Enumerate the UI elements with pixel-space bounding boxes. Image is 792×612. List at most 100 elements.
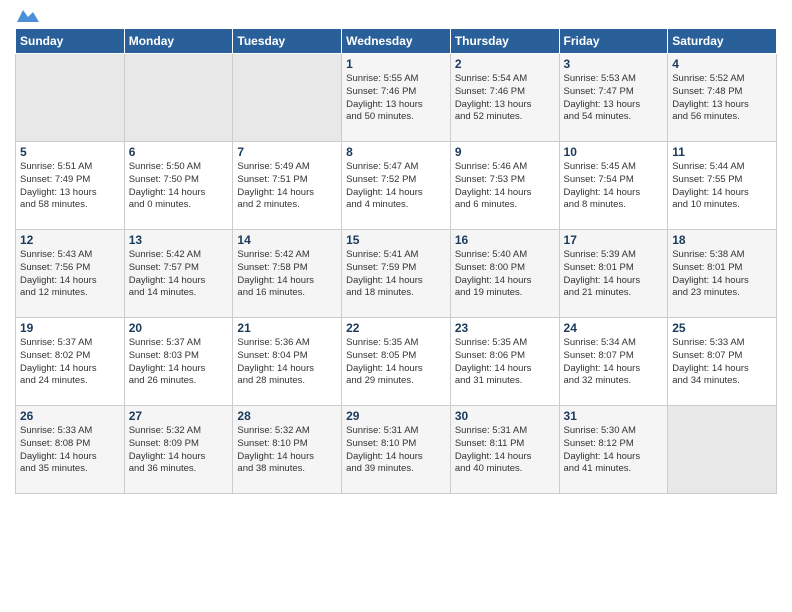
day-detail: Sunrise: 5:30 AM Sunset: 8:12 PM Dayligh…	[564, 425, 664, 476]
day-number: 1	[346, 57, 446, 71]
calendar-cell	[124, 54, 233, 142]
calendar-cell: 1 Sunrise: 5:55 AM Sunset: 7:46 PM Daylig…	[342, 54, 451, 142]
calendar-cell: 23Sunrise: 5:35 AM Sunset: 8:06 PM Dayli…	[450, 318, 559, 406]
day-number: 25	[672, 321, 772, 335]
day-number: 27	[129, 409, 229, 423]
day-detail: Sunrise: 5:54 AM Sunset: 7:46 PM Dayligh…	[455, 73, 555, 124]
calendar-cell: 30 Sunrise: 5:31 AM Sunset: 8:11 PM Dayli…	[450, 406, 559, 494]
day-detail: Sunrise: 5:32 AM Sunset: 8:09 PM Dayligh…	[129, 425, 229, 476]
day-header-thursday: Thursday	[450, 29, 559, 54]
calendar-cell: 9 Sunrise: 5:46 AM Sunset: 7:53 PM Daylig…	[450, 142, 559, 230]
day-number: 28	[237, 409, 337, 423]
day-number: 19	[20, 321, 120, 335]
day-number: 13	[129, 233, 229, 247]
calendar-cell: 17Sunrise: 5:39 AM Sunset: 8:01 PM Dayli…	[559, 230, 668, 318]
day-number: 10	[564, 145, 664, 159]
day-header-tuesday: Tuesday	[233, 29, 342, 54]
day-detail: Sunrise: 5:35 AM Sunset: 8:05 PM Dayligh…	[346, 337, 446, 388]
logo	[15, 10, 39, 22]
day-detail: Sunrise: 5:31 AM Sunset: 8:10 PM Dayligh…	[346, 425, 446, 476]
calendar-week-2: 5 Sunrise: 5:51 AM Sunset: 7:49 PM Daylig…	[16, 142, 777, 230]
calendar-cell: 12 Sunrise: 5:43 AM Sunset: 7:56 PM Dayli…	[16, 230, 125, 318]
calendar-cell: 3 Sunrise: 5:53 AM Sunset: 7:47 PM Daylig…	[559, 54, 668, 142]
calendar-cell: 26 Sunrise: 5:33 AM Sunset: 8:08 PM Dayli…	[16, 406, 125, 494]
calendar-cell: 19 Sunrise: 5:37 AM Sunset: 8:02 PM Dayli…	[16, 318, 125, 406]
calendar-cell	[16, 54, 125, 142]
day-detail: Sunrise: 5:34 AM Sunset: 8:07 PM Dayligh…	[564, 337, 664, 388]
day-detail: Sunrise: 5:38 AM Sunset: 8:01 PM Dayligh…	[672, 249, 772, 300]
calendar-cell	[233, 54, 342, 142]
day-detail: Sunrise: 5:41 AM Sunset: 7:59 PM Dayligh…	[346, 249, 446, 300]
day-detail: Sunrise: 5:36 AM Sunset: 8:04 PM Dayligh…	[237, 337, 337, 388]
calendar-cell: 21 Sunrise: 5:36 AM Sunset: 8:04 PM Dayli…	[233, 318, 342, 406]
calendar-cell: 18Sunrise: 5:38 AM Sunset: 8:01 PM Dayli…	[668, 230, 777, 318]
calendar-body: 1 Sunrise: 5:55 AM Sunset: 7:46 PM Daylig…	[16, 54, 777, 494]
calendar-cell: 31 Sunrise: 5:30 AM Sunset: 8:12 PM Dayli…	[559, 406, 668, 494]
day-number: 4	[672, 57, 772, 71]
day-detail: Sunrise: 5:46 AM Sunset: 7:53 PM Dayligh…	[455, 161, 555, 212]
calendar-cell: 27 Sunrise: 5:32 AM Sunset: 8:09 PM Dayli…	[124, 406, 233, 494]
day-number: 5	[20, 145, 120, 159]
calendar-cell: 16 Sunrise: 5:40 AM Sunset: 8:00 PM Dayli…	[450, 230, 559, 318]
day-number: 2	[455, 57, 555, 71]
day-number: 30	[455, 409, 555, 423]
day-number: 20	[129, 321, 229, 335]
day-detail: Sunrise: 5:33 AM Sunset: 8:08 PM Dayligh…	[20, 425, 120, 476]
day-number: 17	[564, 233, 664, 247]
day-header-wednesday: Wednesday	[342, 29, 451, 54]
logo-icon	[17, 8, 39, 22]
day-detail: Sunrise: 5:37 AM Sunset: 8:02 PM Dayligh…	[20, 337, 120, 388]
day-detail: Sunrise: 5:42 AM Sunset: 7:57 PM Dayligh…	[129, 249, 229, 300]
day-number: 29	[346, 409, 446, 423]
calendar-week-3: 12 Sunrise: 5:43 AM Sunset: 7:56 PM Dayli…	[16, 230, 777, 318]
day-number: 31	[564, 409, 664, 423]
day-detail: Sunrise: 5:47 AM Sunset: 7:52 PM Dayligh…	[346, 161, 446, 212]
day-number: 8	[346, 145, 446, 159]
day-detail: Sunrise: 5:45 AM Sunset: 7:54 PM Dayligh…	[564, 161, 664, 212]
day-number: 12	[20, 233, 120, 247]
day-detail: Sunrise: 5:53 AM Sunset: 7:47 PM Dayligh…	[564, 73, 664, 124]
calendar-week-5: 26 Sunrise: 5:33 AM Sunset: 8:08 PM Dayli…	[16, 406, 777, 494]
calendar-cell: 10 Sunrise: 5:45 AM Sunset: 7:54 PM Dayli…	[559, 142, 668, 230]
calendar-header-row: SundayMondayTuesdayWednesdayThursdayFrid…	[16, 29, 777, 54]
day-header-saturday: Saturday	[668, 29, 777, 54]
day-number: 7	[237, 145, 337, 159]
day-detail: Sunrise: 5:49 AM Sunset: 7:51 PM Dayligh…	[237, 161, 337, 212]
day-number: 24	[564, 321, 664, 335]
calendar-cell	[668, 406, 777, 494]
calendar-cell: 13 Sunrise: 5:42 AM Sunset: 7:57 PM Dayli…	[124, 230, 233, 318]
day-header-sunday: Sunday	[16, 29, 125, 54]
day-number: 22	[346, 321, 446, 335]
day-header-monday: Monday	[124, 29, 233, 54]
calendar-cell: 6Sunrise: 5:50 AM Sunset: 7:50 PM Daylig…	[124, 142, 233, 230]
day-number: 21	[237, 321, 337, 335]
day-detail: Sunrise: 5:32 AM Sunset: 8:10 PM Dayligh…	[237, 425, 337, 476]
day-number: 26	[20, 409, 120, 423]
calendar-cell: 20 Sunrise: 5:37 AM Sunset: 8:03 PM Dayli…	[124, 318, 233, 406]
calendar-cell: 22 Sunrise: 5:35 AM Sunset: 8:05 PM Dayli…	[342, 318, 451, 406]
day-number: 16	[455, 233, 555, 247]
calendar-cell: 4 Sunrise: 5:52 AM Sunset: 7:48 PM Daylig…	[668, 54, 777, 142]
day-detail: Sunrise: 5:55 AM Sunset: 7:46 PM Dayligh…	[346, 73, 446, 124]
calendar-cell: 15 Sunrise: 5:41 AM Sunset: 7:59 PM Dayli…	[342, 230, 451, 318]
day-detail: Sunrise: 5:43 AM Sunset: 7:56 PM Dayligh…	[20, 249, 120, 300]
calendar-cell: 5 Sunrise: 5:51 AM Sunset: 7:49 PM Daylig…	[16, 142, 125, 230]
calendar-cell: 2 Sunrise: 5:54 AM Sunset: 7:46 PM Daylig…	[450, 54, 559, 142]
calendar-week-1: 1 Sunrise: 5:55 AM Sunset: 7:46 PM Daylig…	[16, 54, 777, 142]
day-detail: Sunrise: 5:35 AM Sunset: 8:06 PM Dayligh…	[455, 337, 555, 388]
day-detail: Sunrise: 5:40 AM Sunset: 8:00 PM Dayligh…	[455, 249, 555, 300]
day-header-friday: Friday	[559, 29, 668, 54]
day-detail: Sunrise: 5:52 AM Sunset: 7:48 PM Dayligh…	[672, 73, 772, 124]
day-number: 3	[564, 57, 664, 71]
day-number: 9	[455, 145, 555, 159]
calendar-cell: 29 Sunrise: 5:31 AM Sunset: 8:10 PM Dayli…	[342, 406, 451, 494]
day-detail: Sunrise: 5:42 AM Sunset: 7:58 PM Dayligh…	[237, 249, 337, 300]
page-header	[15, 10, 777, 22]
calendar-cell: 7 Sunrise: 5:49 AM Sunset: 7:51 PM Daylig…	[233, 142, 342, 230]
day-detail: Sunrise: 5:31 AM Sunset: 8:11 PM Dayligh…	[455, 425, 555, 476]
day-detail: Sunrise: 5:37 AM Sunset: 8:03 PM Dayligh…	[129, 337, 229, 388]
day-detail: Sunrise: 5:51 AM Sunset: 7:49 PM Dayligh…	[20, 161, 120, 212]
day-number: 15	[346, 233, 446, 247]
calendar-week-4: 19 Sunrise: 5:37 AM Sunset: 8:02 PM Dayli…	[16, 318, 777, 406]
day-detail: Sunrise: 5:33 AM Sunset: 8:07 PM Dayligh…	[672, 337, 772, 388]
